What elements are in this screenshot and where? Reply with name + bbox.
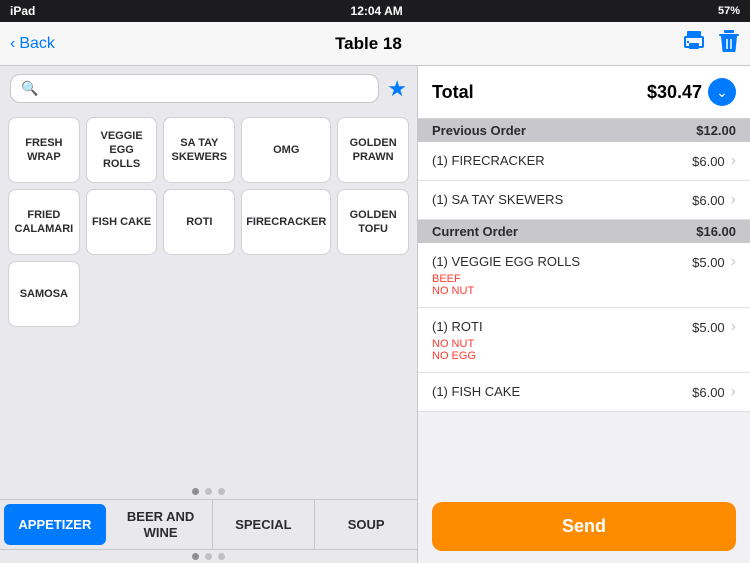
status-left: iPad <box>10 4 35 18</box>
chevron-right-icon: › <box>731 191 736 209</box>
order-section-header: Current Order $16.00 <box>418 220 750 243</box>
order-item-left: (1) ROTI NO NUTNO EGG <box>432 318 692 362</box>
order-item-left: (1) FIRECRACKER <box>432 152 692 170</box>
order-item-right: $6.00 › <box>692 191 736 209</box>
search-bar: 🔍 ★ <box>0 66 417 111</box>
menu-item[interactable]: FISH CAKE <box>86 189 158 255</box>
right-panel: Total $30.47 ⌄ Previous Order $12.00 (1) … <box>418 66 750 563</box>
section-amount: $12.00 <box>696 123 736 138</box>
total-right: $30.47 ⌄ <box>647 78 736 106</box>
order-item[interactable]: (1) VEGGIE EGG ROLLS BEEFNO NUT $5.00 › <box>418 243 750 308</box>
search-input[interactable] <box>44 81 368 97</box>
order-item-price: $6.00 <box>692 154 725 169</box>
menu-item[interactable]: GOLDEN PRAWN <box>337 117 409 183</box>
order-item-mod: NO EGG <box>432 350 692 362</box>
dot-2 <box>205 488 212 495</box>
order-item-right: $5.00 › <box>692 253 736 271</box>
status-right: 57% <box>718 5 740 17</box>
order-item-price: $5.00 <box>692 255 725 270</box>
order-item-left: (1) FISH CAKE <box>432 383 692 401</box>
chevron-down-icon: ⌄ <box>708 78 736 106</box>
main-content: 🔍 ★ FRESH WRAPVEGGIE EGG ROLLSSA TAY SKE… <box>0 66 750 563</box>
pagination-dots <box>0 484 417 499</box>
dot2-2 <box>205 553 212 560</box>
order-item-name: (1) VEGGIE EGG ROLLS <box>432 254 580 269</box>
category-tab[interactable]: SPECIAL <box>213 500 316 549</box>
print-button[interactable] <box>682 29 706 59</box>
chevron-right-icon: › <box>731 152 736 170</box>
dot2-3 <box>218 553 225 560</box>
menu-grid: FRESH WRAPVEGGIE EGG ROLLSSA TAY SKEWERS… <box>0 111 417 484</box>
page-title: Table 18 <box>335 34 402 54</box>
status-bar: iPad 12:04 AM 57% <box>0 0 750 22</box>
back-label: Back <box>19 35 55 53</box>
category-tabs: APPETIZERBEER AND WINESPECIALSOUP <box>0 499 417 549</box>
order-item-price: $5.00 <box>692 320 725 335</box>
order-item-name: (1) ROTI <box>432 319 483 334</box>
order-item-price: $6.00 <box>692 193 725 208</box>
back-button[interactable]: ‹ Back <box>10 35 55 53</box>
order-item-mod: NO NUT <box>432 338 692 350</box>
trash-icon <box>718 29 740 53</box>
menu-item[interactable]: GOLDEN TOFU <box>337 189 409 255</box>
section-name: Previous Order <box>432 123 526 138</box>
send-button[interactable]: Send <box>432 502 736 551</box>
search-icon: 🔍 <box>21 80 38 97</box>
left-panel: 🔍 ★ FRESH WRAPVEGGIE EGG ROLLSSA TAY SKE… <box>0 66 418 563</box>
order-item[interactable]: (1) SA TAY SKEWERS $6.00 › <box>418 181 750 220</box>
battery-label: 57% <box>718 5 740 17</box>
menu-item[interactable]: FRIED CALAMARI <box>8 189 80 255</box>
dot2-1 <box>192 553 199 560</box>
search-input-wrap: 🔍 <box>10 74 379 103</box>
total-label: Total <box>432 82 474 103</box>
nav-right-icons <box>682 29 740 59</box>
expand-button[interactable]: ⌄ <box>708 78 736 106</box>
chevron-right-icon: › <box>731 318 736 336</box>
order-item-right: $6.00 › <box>692 152 736 170</box>
pagination-dots-2 <box>0 549 417 563</box>
order-item[interactable]: (1) FISH CAKE $6.00 › <box>418 373 750 412</box>
section-name: Current Order <box>432 224 518 239</box>
dot-3 <box>218 488 225 495</box>
menu-item[interactable]: FIRECRACKER <box>241 189 331 255</box>
order-item-name: (1) FIRECRACKER <box>432 153 545 168</box>
status-time: 12:04 AM <box>35 4 718 18</box>
category-tab[interactable]: APPETIZER <box>4 504 106 545</box>
dot-1 <box>192 488 199 495</box>
order-item-right: $6.00 › <box>692 383 736 401</box>
menu-item[interactable]: SAMOSA <box>8 261 80 327</box>
order-item[interactable]: (1) ROTI NO NUTNO EGG $5.00 › <box>418 308 750 373</box>
chevron-right-icon: › <box>731 253 736 271</box>
nav-bar: ‹ Back Table 18 <box>0 22 750 66</box>
send-btn-wrap: Send <box>418 490 750 563</box>
chevron-right-icon: › <box>731 383 736 401</box>
category-tab[interactable]: BEER AND WINE <box>110 500 213 549</box>
order-item[interactable]: (1) FIRECRACKER $6.00 › <box>418 142 750 181</box>
order-section-header: Previous Order $12.00 <box>418 119 750 142</box>
order-item-name: (1) FISH CAKE <box>432 384 520 399</box>
category-tab[interactable]: SOUP <box>315 500 417 549</box>
order-item-right: $5.00 › <box>692 318 736 336</box>
order-item-mod: BEEF <box>432 273 692 285</box>
menu-item[interactable]: SA TAY SKEWERS <box>163 117 235 183</box>
order-item-mod: NO NUT <box>432 285 692 297</box>
total-amount: $30.47 <box>647 82 702 103</box>
favorites-button[interactable]: ★ <box>387 76 407 102</box>
delete-button[interactable] <box>718 29 740 59</box>
section-amount: $16.00 <box>696 224 736 239</box>
menu-item[interactable]: FRESH WRAP <box>8 117 80 183</box>
order-item-left: (1) SA TAY SKEWERS <box>432 191 692 209</box>
print-icon <box>682 29 706 53</box>
order-header: Total $30.47 ⌄ <box>418 66 750 119</box>
order-list: Previous Order $12.00 (1) FIRECRACKER $6.… <box>418 119 750 490</box>
menu-item[interactable]: OMG <box>241 117 331 183</box>
order-item-left: (1) VEGGIE EGG ROLLS BEEFNO NUT <box>432 253 692 297</box>
back-chevron-icon: ‹ <box>10 35 15 53</box>
menu-item[interactable]: ROTI <box>163 189 235 255</box>
order-item-price: $6.00 <box>692 385 725 400</box>
menu-item[interactable]: VEGGIE EGG ROLLS <box>86 117 158 183</box>
order-item-name: (1) SA TAY SKEWERS <box>432 192 563 207</box>
